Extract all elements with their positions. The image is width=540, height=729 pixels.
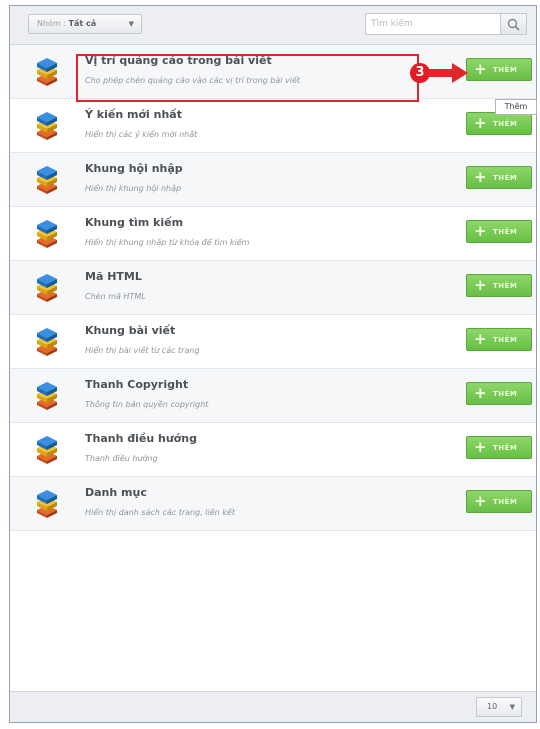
- add-button-label: THÊM: [493, 444, 518, 452]
- list-item: Thanh Copyright Thông tin bản quyền copy…: [10, 369, 536, 423]
- add-widget-button[interactable]: + THÊM: [466, 436, 532, 459]
- list-item: Danh mục Hiển thị danh sách các trang, l…: [10, 477, 536, 531]
- widget-description: Hiển thị khung hội nhập: [85, 184, 182, 193]
- add-button-label: THÊM: [493, 120, 518, 128]
- widget-description: Hiển thị danh sách các trang, liên kết: [85, 508, 235, 517]
- plus-icon: +: [474, 384, 488, 402]
- widget-title: Khung tìm kiếm: [85, 216, 184, 229]
- add-button-label: THÊM: [493, 390, 518, 398]
- plus-icon: +: [474, 168, 488, 186]
- step-number-badge: 3: [410, 63, 430, 83]
- page-size-select[interactable]: 10 ▼: [476, 697, 522, 717]
- add-button-label: THÊM: [493, 336, 518, 344]
- add-button-label: THÊM: [493, 282, 518, 290]
- plus-icon: +: [474, 492, 488, 510]
- stacked-blocks-icon: [37, 220, 57, 248]
- add-widget-button[interactable]: + THÊM: [466, 382, 532, 405]
- add-widget-button[interactable]: + THÊM: [466, 220, 532, 243]
- add-widget-button[interactable]: + THÊM: [466, 490, 532, 513]
- plus-icon: +: [474, 222, 488, 240]
- stacked-blocks-icon: [37, 58, 57, 86]
- widget-list: Vị trí quảng cáo trong bài viết Cho phép…: [10, 45, 536, 531]
- widget-title: Mã HTML: [85, 270, 142, 283]
- widget-description: Hiển thị bài viết từ các trang: [85, 346, 200, 355]
- search-input[interactable]: Tìm kiếm: [365, 13, 501, 35]
- chevron-down-icon: ▼: [128, 20, 134, 28]
- stacked-blocks-icon: [37, 436, 57, 464]
- widget-description: Thông tin bản quyền copyright: [85, 400, 209, 409]
- widget-title: Danh mục: [85, 486, 147, 499]
- plus-icon: +: [474, 330, 488, 348]
- list-item: Khung tìm kiếm Hiển thị khung nhập từ kh…: [10, 207, 536, 261]
- plus-icon: +: [474, 276, 488, 294]
- add-widget-button[interactable]: + THÊM: [466, 58, 532, 81]
- add-widget-button[interactable]: + THÊM: [466, 112, 532, 135]
- stacked-blocks-icon: [37, 274, 57, 302]
- add-button-label: THÊM: [493, 228, 518, 236]
- arrow-right-icon: [428, 63, 468, 83]
- list-item: Khung bài viết Hiển thị bài viết từ các …: [10, 315, 536, 369]
- widget-title: Khung bài viết: [85, 324, 176, 337]
- group-filter-label: Nhóm :: [37, 19, 66, 28]
- stacked-blocks-icon: [37, 112, 57, 140]
- plus-icon: +: [474, 60, 488, 78]
- add-button-label: THÊM: [493, 66, 518, 74]
- widget-title: Khung hội nhập: [85, 162, 183, 175]
- add-tooltip: Thêm: [495, 99, 537, 115]
- stacked-blocks-icon: [37, 328, 57, 356]
- widget-title: Thanh Copyright: [85, 378, 189, 391]
- group-filter-select[interactable]: Nhóm : Tất cả ▼: [28, 14, 142, 34]
- widget-panel: Nhóm : Tất cả ▼ Tìm kiếm Vị trí quảng cá…: [9, 5, 537, 723]
- widget-description: Hiển thị các ý kiến mới nhất: [85, 130, 198, 139]
- search-button[interactable]: [501, 13, 527, 35]
- search-icon: [507, 18, 520, 31]
- add-widget-button[interactable]: + THÊM: [466, 328, 532, 351]
- widget-description: Thanh điều hướng: [85, 454, 158, 463]
- toolbar: Nhóm : Tất cả ▼ Tìm kiếm: [10, 6, 536, 45]
- plus-icon: +: [474, 114, 488, 132]
- widget-description: Chèn mã HTML: [85, 292, 146, 301]
- list-item: Ý kiến mới nhất Hiển thị các ý kiến mới …: [10, 99, 536, 153]
- pagination-footer: 10 ▼: [10, 691, 536, 722]
- add-widget-button[interactable]: + THÊM: [466, 166, 532, 189]
- list-item: Khung hội nhập Hiển thị khung hội nhập +…: [10, 153, 536, 207]
- group-filter-value: Tất cả: [68, 19, 97, 28]
- list-item: Thanh điều hướng Thanh điều hướng + THÊM: [10, 423, 536, 477]
- stacked-blocks-icon: [37, 490, 57, 518]
- widget-title: Ý kiến mới nhất: [85, 108, 182, 121]
- list-item: Mã HTML Chèn mã HTML + THÊM: [10, 261, 536, 315]
- add-widget-button[interactable]: + THÊM: [466, 274, 532, 297]
- plus-icon: +: [474, 438, 488, 456]
- chevron-down-icon: ▼: [509, 703, 515, 711]
- stacked-blocks-icon: [37, 166, 57, 194]
- widget-title: Thanh điều hướng: [85, 432, 197, 445]
- widget-description: Hiển thị khung nhập từ khóa để tìm kiếm: [85, 238, 250, 247]
- stacked-blocks-icon: [37, 382, 57, 410]
- highlight-box: [76, 54, 419, 102]
- page-size-value: 10: [487, 702, 498, 711]
- add-button-label: THÊM: [493, 498, 518, 506]
- add-button-label: THÊM: [493, 174, 518, 182]
